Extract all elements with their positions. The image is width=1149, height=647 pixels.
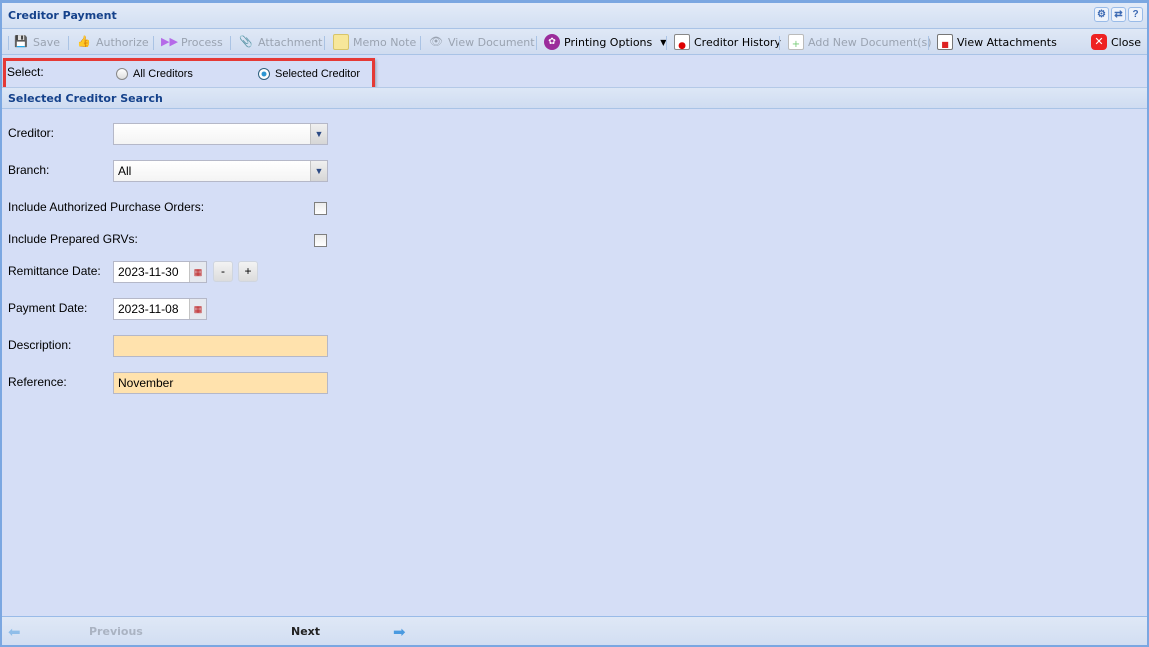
- eye-icon: 👁: [429, 35, 443, 48]
- description-label: Description:: [8, 338, 72, 352]
- close-icon: ✕: [1091, 34, 1107, 50]
- arrow-right-icon[interactable]: ➡: [393, 623, 406, 641]
- thumbs-up-icon: 👍: [77, 35, 91, 48]
- save-icon: 💾: [14, 35, 28, 48]
- process-button[interactable]: ▶▶ Process: [161, 33, 223, 51]
- add-document-icon: +: [788, 34, 804, 50]
- add-new-documents-button[interactable]: + Add New Document(s): [788, 33, 932, 51]
- branch-label: Branch:: [8, 163, 50, 177]
- memo-note-button[interactable]: Memo Note: [333, 33, 416, 51]
- description-input[interactable]: [113, 335, 328, 357]
- memo-icon: [333, 34, 349, 50]
- creditor-history-button[interactable]: ● Creditor History: [674, 33, 781, 51]
- authorize-button[interactable]: 👍 Authorize: [76, 33, 149, 51]
- creditor-payment-window: Creditor Payment ⚙ ⇄ ? 💾 Save 👍 Authorize …: [0, 0, 1149, 647]
- creditor-combo[interactable]: ▼: [113, 123, 328, 145]
- payment-date-label: Payment Date:: [8, 301, 88, 315]
- view-attachments-button[interactable]: ■ View Attachments: [937, 33, 1057, 51]
- remittance-date-label: Remittance Date:: [8, 264, 101, 278]
- attachments-icon: ■: [937, 34, 953, 50]
- paperclip-icon: 📎: [239, 35, 253, 48]
- wizard-footer: ⬅ Previous Next ➡: [2, 616, 1147, 645]
- printer-icon: ✿: [544, 34, 560, 50]
- attachment-button[interactable]: 📎 Attachment: [238, 33, 322, 51]
- refresh-icon[interactable]: ⇄: [1111, 7, 1126, 22]
- payment-date-field[interactable]: 2023-11-08 ▦: [113, 298, 207, 320]
- toolbar: 💾 Save 👍 Authorize ▶▶ Process 📎 Attachment M…: [2, 29, 1147, 55]
- close-button[interactable]: ✕ Close: [1091, 33, 1141, 51]
- creditor-label: Creditor:: [8, 126, 55, 140]
- reference-input[interactable]: November: [113, 372, 328, 394]
- title-bar: Creditor Payment ⚙ ⇄ ?: [2, 3, 1147, 29]
- section-header: Selected Creditor Search: [2, 87, 1147, 109]
- fast-forward-icon: ▶▶: [161, 35, 178, 48]
- include-po-label: Include Authorized Purchase Orders:: [8, 200, 205, 214]
- gear-icon[interactable]: ⚙: [1094, 7, 1109, 22]
- decrement-date-button[interactable]: -: [213, 261, 233, 282]
- include-po-checkbox[interactable]: [314, 202, 327, 215]
- window-title: Creditor Payment: [8, 9, 117, 22]
- help-icon[interactable]: ?: [1128, 7, 1143, 22]
- remittance-date-field[interactable]: 2023-11-30 ▦: [113, 261, 207, 283]
- chevron-down-icon[interactable]: ▼: [310, 161, 327, 181]
- reference-label: Reference:: [8, 375, 67, 389]
- view-document-button[interactable]: 👁 View Document: [428, 33, 535, 51]
- save-button[interactable]: 💾 Save: [13, 33, 60, 51]
- arrow-left-icon[interactable]: ⬅: [8, 623, 21, 641]
- previous-button[interactable]: Previous: [89, 625, 143, 638]
- calendar-icon[interactable]: ▦: [189, 262, 206, 282]
- include-grv-label: Include Prepared GRVs:: [8, 232, 138, 246]
- include-grv-checkbox[interactable]: [314, 234, 327, 247]
- highlight-box: [3, 58, 375, 90]
- calendar-icon[interactable]: ▦: [189, 299, 206, 319]
- next-button[interactable]: Next: [291, 625, 320, 638]
- chevron-down-icon[interactable]: ▼: [310, 124, 327, 144]
- branch-combo[interactable]: All ▼: [113, 160, 328, 182]
- increment-date-button[interactable]: +: [238, 261, 258, 282]
- printing-options-button[interactable]: ✿ Printing Options ▼: [544, 33, 666, 51]
- history-icon: ●: [674, 34, 690, 51]
